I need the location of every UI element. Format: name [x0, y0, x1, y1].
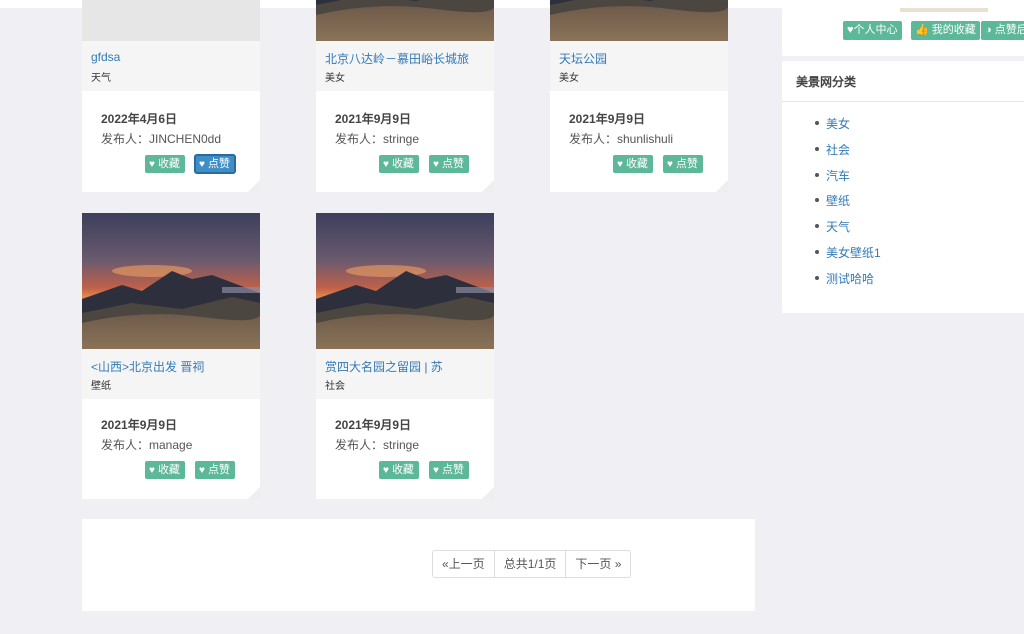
card-date: 2021年9月9日 — [335, 112, 412, 126]
card-caption: 赏四大名园之留园 | 苏 社会 — [316, 349, 494, 399]
half-circle-icon: ◑ — [985, 24, 995, 36]
likes-button[interactable]: ◑ 点赞后 — [981, 21, 1024, 40]
card-publisher: 发布人：stringe — [335, 132, 420, 146]
avatar-strip — [900, 8, 988, 12]
heart-icon: ♥ — [433, 159, 439, 170]
user-panel: ♥个人中心 👍 我的收藏 ◑ 点赞后 — [782, 8, 1024, 56]
card-title[interactable]: 赏四大名园之留园 | 苏 — [325, 358, 490, 375]
card-publisher: 发布人：stringe — [335, 438, 420, 452]
like-button[interactable]: ♥ 点赞 — [194, 154, 236, 174]
heart-icon: ♥ — [199, 465, 205, 476]
category-panel-header: 美景网分类 — [782, 61, 1024, 102]
category-item[interactable]: 美女 — [815, 115, 881, 141]
card-liuyuan[interactable]: 赏四大名园之留园 | 苏 社会 2021年9月9日 发布人：stringe ♥ 收… — [316, 213, 494, 499]
profile-button[interactable]: ♥个人中心 — [843, 21, 902, 40]
card-caption: <山西>北京出发 晋祠 壁纸 — [82, 349, 260, 399]
collect-button[interactable]: ♥ 收藏 — [613, 155, 653, 173]
category-item[interactable]: 汽车 — [815, 167, 881, 193]
card-title[interactable]: gfdsa — [91, 50, 256, 64]
collect-button[interactable]: ♥ 收藏 — [379, 461, 419, 479]
card-corner-fold — [248, 487, 260, 499]
likes-label: 点赞后 — [994, 24, 1024, 36]
next-page-button[interactable]: 下一页 » — [565, 551, 630, 577]
card-gfdsa[interactable]: gfdsa 天气 2022年4月6日 发布人：JINCHEN0dd ♥ 收藏 ♥ 点… — [82, 0, 260, 192]
like-button[interactable]: ♥ 点赞 — [663, 155, 703, 173]
card-date: 2021年9月9日 — [569, 112, 646, 126]
card-title[interactable]: <山西>北京出发 晋祠 — [91, 358, 256, 375]
page-count: 总共1/1页 — [493, 551, 566, 577]
card-badaling[interactable]: 北京八达岭－慕田峪长城旅 美女 2021年9月9日 发布人：stringe ♥ 收… — [316, 0, 494, 192]
like-button[interactable]: ♥ 点赞 — [429, 155, 469, 173]
like-label: 点赞 — [441, 464, 464, 476]
category-item[interactable]: 社会 — [815, 141, 881, 167]
like-label: 点赞 — [207, 158, 230, 170]
card-thumbnail[interactable] — [550, 0, 728, 41]
favorites-button[interactable]: 👍 我的收藏 — [911, 21, 980, 40]
card-corner-fold — [482, 487, 494, 499]
pagination: «上一页 总共1/1页 下一页 » — [432, 550, 632, 578]
pagination-panel: «上一页 总共1/1页 下一页 » — [82, 519, 755, 611]
category-panel: 美景网分类 美女 社会 汽车 壁纸 天气 美女壁纸1 测试哈哈 — [782, 61, 1024, 313]
card-corner-fold — [482, 180, 494, 192]
card-date: 2022年4月6日 — [101, 112, 178, 126]
category-item[interactable]: 测试哈哈 — [815, 270, 881, 296]
heart-icon: ♥ — [199, 159, 205, 170]
card-tiantan[interactable]: 天坛公园 美女 2021年9月9日 发布人：shunlishuli ♥ 收藏 ♥ 点… — [550, 0, 728, 192]
collect-label: 收藏 — [391, 464, 414, 476]
category-list: 美女 社会 汽车 壁纸 天气 美女壁纸1 测试哈哈 — [815, 115, 881, 296]
card-publisher: 发布人：JINCHEN0dd — [101, 132, 222, 146]
heart-icon: ♥ — [383, 465, 389, 476]
card-title[interactable]: 北京八达岭－慕田峪长城旅 — [325, 50, 490, 67]
favorites-label: 我的收藏 — [931, 24, 976, 36]
like-label: 点赞 — [675, 158, 698, 170]
card-corner-fold — [248, 180, 260, 192]
card-category: 美女 — [559, 73, 579, 84]
card-caption: 北京八达岭－慕田峪长城旅 美女 — [316, 41, 494, 91]
card-category: 天气 — [91, 73, 111, 84]
collect-button[interactable]: ♥ 收藏 — [145, 461, 185, 479]
like-button[interactable]: ♥ 点赞 — [429, 461, 469, 479]
card-category: 美女 — [325, 73, 345, 84]
card-caption: gfdsa 天气 — [82, 41, 260, 91]
collect-label: 收藏 — [625, 158, 648, 170]
category-item[interactable]: 美女壁纸1 — [815, 244, 881, 270]
collect-label: 收藏 — [157, 158, 180, 170]
thumbs-up-icon: 👍 — [915, 24, 932, 36]
like-label: 点赞 — [207, 464, 230, 476]
card-thumbnail[interactable] — [316, 0, 494, 41]
card-caption: 天坛公园 美女 — [550, 41, 728, 91]
heart-icon: ♥ — [667, 159, 673, 170]
card-category: 壁纸 — [91, 381, 111, 392]
card-thumbnail[interactable] — [316, 213, 494, 349]
collect-button[interactable]: ♥ 收藏 — [379, 155, 419, 173]
card-thumbnail[interactable] — [82, 0, 260, 41]
heart-icon: ♥ — [149, 159, 155, 170]
card-category: 社会 — [325, 381, 345, 392]
category-panel-title: 美景网分类 — [796, 75, 857, 89]
profile-label: 个人中心 — [853, 24, 898, 36]
collect-label: 收藏 — [391, 158, 414, 170]
card-corner-fold — [716, 180, 728, 192]
card-date: 2021年9月9日 — [335, 418, 412, 432]
card-thumbnail[interactable] — [82, 213, 260, 349]
card-title[interactable]: 天坛公园 — [559, 50, 724, 67]
heart-icon: ♥ — [383, 159, 389, 170]
like-label: 点赞 — [441, 158, 464, 170]
category-item[interactable]: 天气 — [815, 218, 881, 244]
like-button[interactable]: ♥ 点赞 — [195, 461, 235, 479]
heart-icon: ♥ — [617, 159, 623, 170]
heart-icon: ♥ — [149, 465, 155, 476]
heart-icon: ♥ — [433, 465, 439, 476]
collect-button[interactable]: ♥ 收藏 — [145, 155, 185, 173]
card-date: 2021年9月9日 — [101, 418, 178, 432]
collect-label: 收藏 — [157, 464, 180, 476]
category-item[interactable]: 壁纸 — [815, 192, 881, 218]
prev-page-button[interactable]: «上一页 — [433, 551, 494, 577]
card-publisher: 发布人：shunlishuli — [569, 132, 674, 146]
card-shanxi[interactable]: <山西>北京出发 晋祠 壁纸 2021年9月9日 发布人：manage ♥ 收藏 … — [82, 213, 260, 499]
card-publisher: 发布人：manage — [101, 438, 193, 452]
